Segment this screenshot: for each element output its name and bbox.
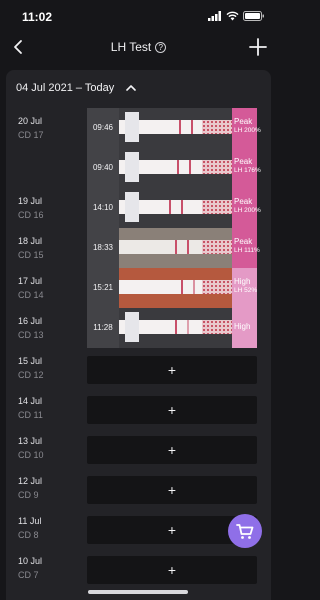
- result-badge: Peak LH 200%: [232, 188, 261, 228]
- day-label: 17 Jul CD 14: [18, 276, 44, 300]
- test-entry[interactable]: 11:28 High: [87, 308, 257, 348]
- add-icon[interactable]: [247, 36, 269, 58]
- entry-time: 18:33: [87, 228, 119, 268]
- day-label: 16 Jul CD 13: [18, 316, 44, 340]
- status-time: 11:02: [22, 10, 53, 24]
- cart-icon: [236, 524, 254, 539]
- add-test-button[interactable]: +: [87, 396, 257, 424]
- page-title: LH Test?: [0, 40, 277, 54]
- day-label: 14 Jul CD 11: [18, 396, 43, 420]
- day-label: 15 Jul CD 12: [18, 356, 44, 380]
- plus-icon: +: [167, 562, 177, 578]
- test-strip-photo: [119, 188, 232, 228]
- nav-bar: LH Test?: [0, 34, 277, 62]
- test-entry[interactable]: 09:40 Peak LH 176%: [87, 148, 261, 188]
- add-test-button[interactable]: +: [87, 556, 257, 584]
- test-strip-photo: [119, 228, 232, 268]
- test-strip-photo: [119, 308, 232, 348]
- plus-icon: +: [167, 362, 177, 378]
- entry-time: 14:10: [87, 188, 119, 228]
- test-entry[interactable]: 15:21 High LH 52%: [87, 268, 257, 308]
- result-badge: Peak LH 200%: [232, 108, 261, 148]
- signal-icon: [208, 11, 221, 21]
- test-entry[interactable]: 14:10 Peak LH 200%: [87, 188, 261, 228]
- home-indicator[interactable]: [88, 590, 188, 594]
- chevron-up-icon[interactable]: [124, 82, 138, 94]
- test-strip-photo: [119, 268, 232, 308]
- day-label: 13 Jul CD 10: [18, 436, 44, 460]
- status-bar: 11:02: [0, 0, 277, 34]
- status-icons: [208, 11, 265, 21]
- plus-icon: +: [167, 482, 177, 498]
- add-test-button[interactable]: +: [87, 436, 257, 464]
- test-strip-photo: [119, 148, 232, 188]
- day-label: 12 Jul CD 9: [18, 476, 43, 500]
- wifi-icon: [226, 11, 239, 21]
- help-icon[interactable]: ?: [155, 42, 167, 53]
- result-badge: High: [232, 308, 257, 348]
- entry-time: 09:40: [87, 148, 119, 188]
- date-range-label[interactable]: 04 Jul 2021 – Today: [16, 82, 114, 94]
- day-label: 18 Jul CD 15: [18, 236, 44, 260]
- plus-icon: +: [167, 442, 177, 458]
- page-title-text: LH Test: [110, 40, 152, 54]
- entry-time: 15:21: [87, 268, 119, 308]
- add-test-button[interactable]: +: [87, 476, 257, 504]
- result-badge: Peak LH 111%: [232, 228, 260, 268]
- day-label: 20 Jul CD 17: [18, 116, 44, 140]
- test-entry[interactable]: 09:46 Peak LH 200%: [87, 108, 261, 148]
- test-entry[interactable]: 18:33 Peak LH 111%: [87, 228, 260, 268]
- entry-time: 11:28: [87, 308, 119, 348]
- entry-time: 09:46: [87, 108, 119, 148]
- day-label: 10 Jul CD 7: [18, 556, 43, 580]
- day-label: 19 Jul CD 16: [18, 196, 44, 220]
- add-test-button[interactable]: +: [87, 356, 257, 384]
- result-badge: High LH 52%: [232, 268, 257, 308]
- test-strip-photo: [119, 108, 232, 148]
- battery-icon: [243, 11, 264, 21]
- cart-button[interactable]: [228, 514, 262, 548]
- result-badge: Peak LH 176%: [232, 148, 261, 188]
- plus-icon: +: [167, 402, 177, 418]
- day-label: 11 Jul CD 8: [18, 516, 42, 540]
